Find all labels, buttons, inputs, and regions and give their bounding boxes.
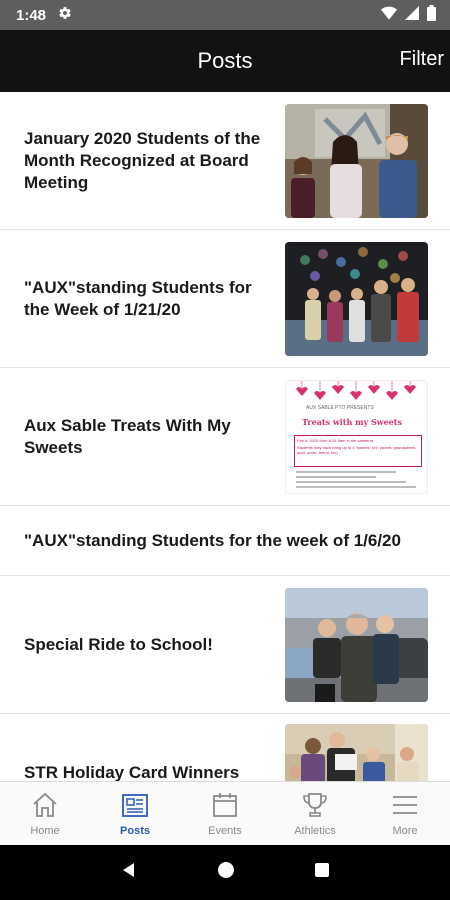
post-title: Aux Sable Treats With My Sweets: [24, 415, 231, 457]
flyer-line-2: Students may each bring up to 4 "sweets"…: [297, 444, 417, 455]
tab-label: Posts: [120, 825, 150, 837]
post-thumbnail-flyer: AUX SABLE PTO PRESENTS Treats with my Sw…: [285, 379, 428, 494]
filter-button[interactable]: Filter: [400, 48, 444, 71]
post-item[interactable]: Aux Sable Treats With My Sweets AUX SABL…: [0, 368, 450, 506]
back-icon[interactable]: [120, 861, 138, 884]
post-title: "AUX"standing Students for the Week of 1…: [24, 277, 252, 319]
tab-label: Athletics: [294, 825, 336, 837]
post-title: "AUX"standing Students for the week of 1…: [24, 530, 401, 550]
status-bar: 1:48: [0, 0, 450, 30]
flyer-line-1: Feb 6, 2020 from 8:15-9am in the cafeter…: [297, 437, 373, 443]
post-thumbnail: [285, 103, 428, 218]
post-title: January 2020 Students of the Month Recog…: [24, 128, 261, 192]
tab-posts[interactable]: Posts: [90, 782, 180, 845]
tab-athletics[interactable]: Athletics: [270, 782, 360, 845]
post-thumbnail: [285, 724, 428, 781]
flyer-presents: AUX SABLE PTO PRESENTS: [306, 404, 374, 411]
system-nav-bar: [0, 845, 450, 900]
post-item[interactable]: STR Holiday Card Winners: [0, 714, 450, 781]
tab-label: More: [392, 825, 418, 837]
tab-label: Events: [208, 825, 242, 837]
trophy-icon: [303, 793, 327, 817]
tab-more[interactable]: More: [360, 782, 450, 845]
calendar-icon: [213, 793, 237, 817]
flyer-fine-print: [296, 470, 418, 488]
posts-icon: [122, 794, 148, 817]
post-thumbnail: [285, 587, 428, 702]
home-circle-icon[interactable]: [217, 861, 235, 884]
tab-home[interactable]: Home: [0, 782, 90, 845]
flyer-details-box: Feb 6, 2020 from 8:15-9am in the cafeter…: [294, 434, 422, 467]
battery-icon: [427, 4, 436, 26]
settings-gear-icon: [58, 6, 72, 25]
home-icon: [33, 792, 57, 817]
signal-icon: [405, 5, 419, 25]
posts-list[interactable]: January 2020 Students of the Month Recog…: [0, 92, 450, 781]
status-time: 1:48: [16, 6, 47, 24]
tab-events[interactable]: Events: [180, 782, 270, 845]
menu-icon: [393, 796, 417, 814]
post-title: Special Ride to School!: [24, 634, 213, 654]
bottom-tab-bar: Home Posts Events Athletics More: [0, 781, 450, 845]
post-item[interactable]: "AUX"standing Students for the Week of 1…: [0, 230, 450, 368]
post-thumbnail: [285, 241, 428, 356]
wifi-icon: [381, 6, 397, 25]
recents-square-icon[interactable]: [314, 862, 330, 883]
page-title: Posts: [197, 48, 253, 73]
post-item[interactable]: Special Ride to School!: [0, 576, 450, 714]
post-item[interactable]: January 2020 Students of the Month Recog…: [0, 92, 450, 230]
flyer-title: Treats with my Sweets: [302, 416, 403, 427]
tab-label: Home: [30, 825, 60, 837]
post-title: STR Holiday Card Winners: [24, 763, 240, 781]
app-header: Posts Filter: [0, 30, 450, 92]
post-item[interactable]: "AUX"standing Students for the week of 1…: [0, 506, 450, 576]
